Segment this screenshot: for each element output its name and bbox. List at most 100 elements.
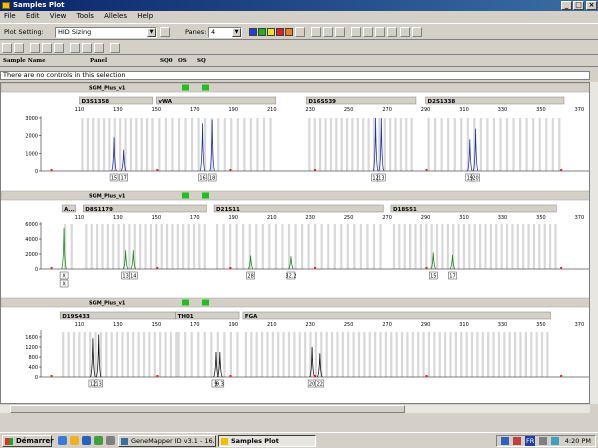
task-samples-plot[interactable]: Samples Plot — [218, 435, 316, 447]
allele-bin — [422, 332, 425, 377]
minimize-button[interactable]: _ — [561, 1, 572, 10]
explorer-icon[interactable] — [70, 436, 79, 445]
grid-alt-icon[interactable] — [387, 27, 397, 37]
scale-x-icon[interactable] — [70, 43, 80, 53]
menu-view[interactable]: View — [46, 11, 71, 22]
red-dye-toggle[interactable] — [276, 28, 284, 36]
allele-bin — [324, 118, 327, 171]
allele-bin — [535, 332, 538, 377]
table-view-icon[interactable] — [311, 27, 321, 37]
menu-edit[interactable]: Edit — [22, 11, 44, 22]
desktop-icon[interactable] — [58, 436, 67, 445]
allele-bin — [126, 332, 129, 377]
allele-bin — [368, 332, 371, 377]
media-icon[interactable] — [94, 436, 103, 445]
x-tick-label: 210 — [267, 107, 277, 113]
orange-dye-toggle[interactable] — [285, 28, 293, 36]
maximize-button[interactable]: □ — [573, 1, 584, 10]
sq0-header[interactable]: SQ0 — [160, 56, 173, 67]
locus-bar[interactable] — [156, 96, 276, 105]
all-dyes-icon[interactable] — [295, 27, 305, 37]
window-titlebar[interactable]: Samples Plot _ □ × — [0, 0, 598, 11]
allele-bin — [85, 224, 88, 269]
allele-bin — [333, 224, 336, 269]
zoom-marker-icon[interactable] — [30, 43, 40, 53]
horizontal-scrollbar[interactable] — [0, 405, 590, 413]
x-tick-label: 270 — [382, 322, 392, 328]
allele-bin — [149, 224, 153, 269]
allele-bin — [347, 332, 350, 377]
allele-bin — [525, 118, 528, 171]
list-view-icon[interactable] — [323, 27, 333, 37]
os-header[interactable]: OS — [178, 56, 187, 67]
allele-bin — [419, 224, 422, 269]
sizing-table-icon[interactable] — [400, 27, 410, 37]
x-tick-label: 310 — [459, 322, 469, 328]
ie-icon[interactable] — [82, 436, 91, 445]
stack-icon[interactable] — [363, 27, 373, 37]
misc-icon[interactable] — [106, 436, 115, 445]
bins-icon[interactable] — [110, 43, 120, 53]
blue-dye-toggle[interactable] — [249, 28, 257, 36]
allele-bin — [400, 332, 404, 377]
allele-bin — [187, 224, 190, 269]
sample-pane[interactable] — [1, 83, 590, 182]
allele-bin — [155, 224, 158, 269]
electropherogram-area[interactable]: SGM_Plus_v1 D3S1358 vWA D16S539 D2S1338 110 13… — [0, 82, 590, 404]
plot-setting-dropdown[interactable]: HID Sizing ▼ — [55, 27, 157, 38]
label-peaks-icon[interactable] — [94, 43, 104, 53]
allele-bin — [516, 224, 519, 269]
locus-name: D3S1358 — [81, 99, 109, 105]
locus-bar[interactable] — [242, 311, 551, 320]
sample-pane[interactable] — [1, 297, 590, 388]
grid-icon[interactable] — [375, 27, 385, 37]
peak-view-icon[interactable] — [335, 27, 345, 37]
allele-bin — [366, 224, 369, 269]
sq-header[interactable]: SQ — [197, 56, 206, 67]
electropherogram-svg: SGM_Plus_v1 D3S1358 vWA D16S539 D2S1338 110 13… — [1, 83, 590, 388]
allele-bin — [522, 224, 525, 269]
controls-notice: There are no controls in this selection — [0, 71, 590, 80]
sample-pane[interactable] — [1, 190, 590, 288]
sync-icon[interactable] — [551, 437, 559, 445]
green-dye-toggle[interactable] — [258, 28, 266, 36]
menu-file[interactable]: File — [0, 11, 20, 22]
menu-tools[interactable]: Tools — [73, 11, 98, 22]
x-tick-label: 350 — [536, 322, 546, 328]
yellow-dye-toggle[interactable] — [267, 28, 275, 36]
overlay-icon[interactable] — [351, 27, 361, 37]
allele-bin — [119, 118, 122, 171]
allele-bin — [210, 332, 213, 377]
zoom-selected-icon[interactable] — [14, 43, 24, 53]
start-button[interactable]: Démarrer — [2, 435, 54, 447]
scale-y-icon[interactable] — [82, 43, 92, 53]
security-icon[interactable] — [513, 437, 521, 445]
allele-bin — [313, 118, 316, 171]
panes-dropdown[interactable]: 4 ▼ — [208, 27, 242, 38]
app-icon — [2, 2, 10, 9]
size-standard-marker — [50, 375, 53, 377]
allele-bin — [427, 332, 431, 377]
vertical-scrollbar[interactable] — [590, 82, 598, 404]
menu-alleles[interactable]: Alleles — [100, 11, 131, 22]
genotype-table-icon[interactable] — [412, 27, 422, 37]
horizontal-scroll-thumb[interactable] — [10, 405, 405, 413]
size-standard-marker — [425, 169, 428, 171]
menu-help[interactable]: Help — [133, 11, 157, 22]
size-standard-marker — [425, 267, 428, 269]
allele-bin — [250, 332, 253, 377]
chevron-down-icon[interactable]: ▼ — [147, 28, 156, 37]
allele-bin — [269, 118, 272, 171]
zoom-out-icon[interactable] — [54, 43, 64, 53]
panel-header[interactable]: Panel — [90, 56, 107, 67]
close-button[interactable]: × — [586, 1, 597, 10]
language-indicator[interactable]: FR — [525, 436, 536, 446]
zoom-in-icon[interactable] — [42, 43, 52, 53]
network-icon[interactable] — [501, 437, 509, 445]
chevron-down-icon[interactable]: ▼ — [232, 28, 241, 37]
task-genemapper[interactable]: GeneMapper ID v3.1 - 16... — [118, 435, 216, 447]
zoom-full-icon[interactable] — [2, 43, 12, 53]
sample-name-header[interactable]: Sample Name — [3, 56, 46, 67]
plot-settings-editor-icon[interactable] — [160, 27, 170, 37]
volume-icon[interactable] — [539, 437, 547, 445]
